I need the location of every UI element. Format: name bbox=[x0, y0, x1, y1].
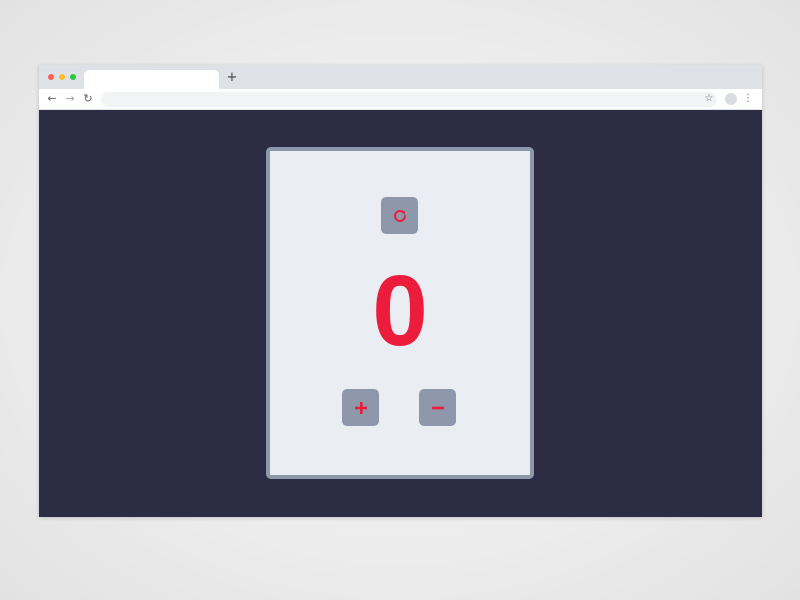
browser-menu-button[interactable]: ⋮ bbox=[743, 92, 753, 106]
address-bar[interactable] bbox=[101, 92, 717, 107]
tab-bar: + bbox=[39, 65, 762, 89]
maximize-window-button[interactable] bbox=[70, 74, 76, 80]
counter-card: 0 bbox=[266, 147, 534, 479]
back-button[interactable]: ← bbox=[45, 92, 59, 106]
reload-button[interactable]: ↻ bbox=[81, 92, 95, 106]
page-viewport: 0 bbox=[39, 110, 762, 517]
arrow-left-icon: ← bbox=[47, 92, 57, 105]
profile-avatar[interactable] bbox=[725, 93, 737, 105]
browser-toolbar: ← → ↻ ☆ ⋮ bbox=[39, 89, 762, 110]
increment-button[interactable] bbox=[342, 389, 379, 426]
plus-icon bbox=[354, 401, 367, 414]
minimize-window-button[interactable] bbox=[59, 74, 65, 80]
bookmark-button[interactable]: ☆ bbox=[702, 92, 716, 106]
counter-value: 0 bbox=[372, 255, 428, 367]
browser-window: + ← → ↻ ☆ ⋮ 0 bbox=[39, 65, 762, 517]
forward-button[interactable]: → bbox=[63, 92, 77, 106]
reload-icon: ↻ bbox=[83, 92, 93, 105]
decrement-button[interactable] bbox=[419, 389, 456, 426]
refresh-icon bbox=[393, 209, 406, 222]
new-tab-button[interactable]: + bbox=[225, 70, 239, 86]
active-tab[interactable] bbox=[84, 70, 219, 89]
close-window-button[interactable] bbox=[48, 74, 54, 80]
arrow-right-icon: → bbox=[65, 92, 75, 105]
minus-icon bbox=[431, 406, 444, 409]
star-icon: ☆ bbox=[704, 93, 714, 104]
reset-button[interactable] bbox=[381, 197, 418, 234]
kebab-menu-icon: ⋮ bbox=[743, 93, 753, 104]
